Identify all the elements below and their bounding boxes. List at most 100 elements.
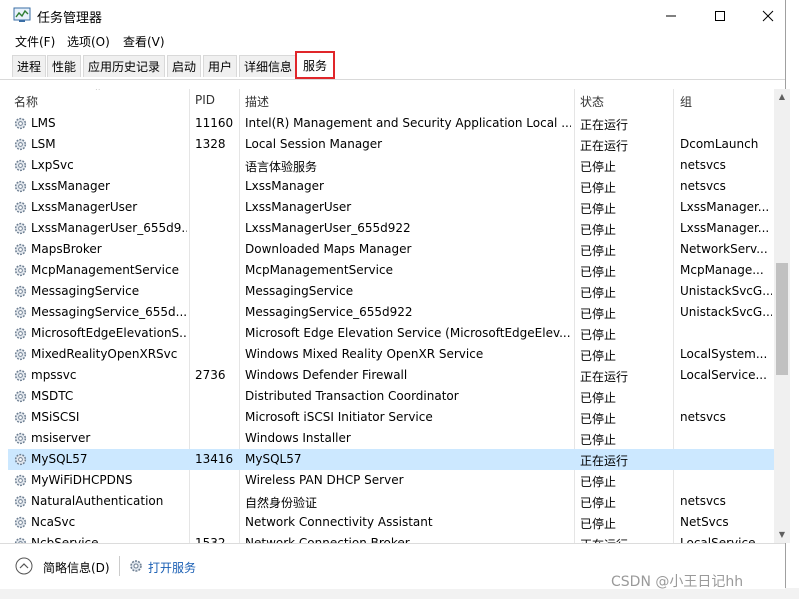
tab-users[interactable]: 用户 — [203, 55, 238, 77]
service-status: 已停止 — [580, 244, 617, 258]
service-group: NetSvcs — [680, 515, 729, 529]
service-gear-icon — [13, 326, 28, 341]
service-gear-icon — [13, 158, 28, 173]
table-row[interactable]: NaturalAuthentication 自然身份验证 已停止 netsvcs — [8, 491, 774, 512]
service-group: netsvcs — [680, 494, 726, 508]
table-row[interactable]: MicrosoftEdgeElevationS... Microsoft Edge… — [8, 323, 774, 344]
service-gear-icon — [13, 389, 28, 404]
service-status: 已停止 — [580, 286, 617, 300]
watermark: CSDN @小王日记hh — [611, 574, 744, 590]
table-row[interactable]: NcaSvc Network Connectivity Assistant 已停止 N… — [8, 512, 774, 533]
service-name: LxssManager — [31, 179, 110, 193]
service-name: LxssManagerUser_655d9... — [31, 221, 187, 235]
maximize-button[interactable] — [697, 0, 743, 31]
menu-view[interactable]: 查看(V) — [123, 33, 165, 50]
service-status: 已停止 — [580, 412, 617, 426]
column-header-name[interactable]: 名称 — [14, 93, 38, 110]
service-group: netsvcs — [680, 410, 726, 424]
service-description: LxssManagerUser_655d922 — [245, 221, 411, 235]
service-description: Intel(R) Management and Security Applica… — [245, 116, 571, 130]
service-name: MySQL57 — [31, 452, 88, 466]
table-row[interactable]: MySQL57 13416 MySQL57 正在运行 — [8, 449, 774, 470]
service-group: UnistackSvcG... — [680, 284, 772, 298]
service-gear-icon — [13, 263, 28, 278]
service-status: 已停止 — [580, 475, 617, 489]
service-description: Network Connection Broker — [245, 536, 410, 543]
service-group: UnistackSvcG... — [680, 305, 772, 319]
service-pid: 2736 — [195, 368, 226, 382]
service-gear-icon — [13, 137, 28, 152]
table-row[interactable]: LSM 1328 Local Session Manager 正在运行 DcomLaun… — [8, 134, 774, 155]
scroll-down-arrow-icon[interactable]: ▼ — [774, 527, 790, 543]
service-gear-icon — [13, 452, 28, 467]
service-description: Wireless PAN DHCP Server — [245, 473, 404, 487]
title-bar[interactable]: 任务管理器 — [0, 0, 785, 31]
service-group: LocalService... — [680, 536, 767, 543]
service-status: 已停止 — [580, 223, 617, 237]
service-gear-icon — [13, 515, 28, 530]
service-description: Downloaded Maps Manager — [245, 242, 412, 256]
service-gear-icon — [13, 431, 28, 446]
service-gear-icon — [13, 242, 28, 257]
column-header-group[interactable]: 组 — [680, 93, 692, 110]
service-group: LxssManager... — [680, 200, 770, 214]
scroll-up-arrow-icon[interactable]: ▲ — [774, 89, 790, 105]
service-status: 已停止 — [580, 307, 617, 321]
service-gear-icon — [13, 536, 28, 543]
menu-file[interactable]: 文件(F) — [15, 33, 55, 50]
table-row[interactable]: LxpSvc 语言体验服务 已停止 netsvcs — [8, 155, 774, 176]
service-name: MessagingService_655d... — [31, 305, 187, 319]
column-header-description[interactable]: 描述 — [245, 93, 269, 110]
service-description: LxssManagerUser — [245, 200, 352, 214]
table-row[interactable]: LxssManagerUser_655d9... LxssManagerUser_… — [8, 218, 774, 239]
service-name: MSiSCSI — [31, 410, 80, 424]
tab-performance[interactable]: 性能 — [47, 55, 82, 77]
service-description: Windows Defender Firewall — [245, 368, 408, 382]
service-status: 正在运行 — [580, 370, 629, 384]
service-gear-icon — [13, 116, 28, 131]
service-description: Network Connectivity Assistant — [245, 515, 433, 529]
table-row[interactable]: LxssManagerUser LxssManagerUser 已停止 LxssMan… — [8, 197, 774, 218]
service-gear-icon — [13, 473, 28, 488]
tab-services[interactable]: 服务 — [295, 51, 336, 79]
menu-options[interactable]: 选项(O) — [67, 33, 110, 50]
table-row[interactable]: MyWiFiDHCPDNS Wireless PAN DHCP Server 已停止 — [8, 470, 774, 491]
table-row[interactable]: MSiSCSI Microsoft iSCSI Initiator Service… — [8, 407, 774, 428]
table-row[interactable]: MSDTC Distributed Transaction Coordinator… — [8, 386, 774, 407]
tab-app-history[interactable]: 应用历史记录 — [83, 55, 166, 77]
table-row[interactable]: LMS 11160 Intel(R) Management and Security… — [8, 113, 774, 134]
service-gear-icon — [13, 410, 28, 425]
service-description: Windows Mixed Reality OpenXR Service — [245, 347, 484, 361]
collapse-up-icon[interactable] — [15, 557, 33, 575]
minimize-button[interactable] — [648, 0, 694, 31]
tab-details[interactable]: 详细信息 — [239, 55, 298, 77]
service-name: MapsBroker — [31, 242, 102, 256]
tab-startup[interactable]: 启动 — [167, 55, 202, 77]
open-services-link[interactable]: 打开服务 — [148, 559, 196, 576]
tab-processes[interactable]: 进程 — [12, 55, 47, 77]
table-row[interactable]: MessagingService MessagingService 已停止 Unist… — [8, 281, 774, 302]
table-row[interactable]: MixedRealityOpenXRSvc Windows Mixed Reali… — [8, 344, 774, 365]
column-header-pid[interactable]: PID — [195, 93, 215, 107]
table-row[interactable]: mpssvc 2736 Windows Defender Firewall 正在运行 L… — [8, 365, 774, 386]
table-row[interactable]: msiserver Windows Installer 已停止 — [8, 428, 774, 449]
table-row[interactable]: NcbService 1532 Network Connection Broker 正… — [8, 533, 774, 543]
service-status: 正在运行 — [580, 118, 629, 132]
service-name: LxssManagerUser — [31, 200, 138, 214]
close-button[interactable] — [745, 0, 791, 31]
service-description: Microsoft iSCSI Initiator Service — [245, 410, 433, 424]
table-row[interactable]: LxssManager LxssManager 已停止 netsvcs — [8, 176, 774, 197]
table-row[interactable]: McpManagementService McpManagementService… — [8, 260, 774, 281]
table-row[interactable]: MapsBroker Downloaded Maps Manager 已停止 Netw… — [8, 239, 774, 260]
table-header: 名称 ⌃ PID 描述 状态 组 — [8, 89, 774, 113]
service-description: Local Session Manager — [245, 137, 383, 151]
scrollbar-thumb[interactable] — [776, 263, 788, 375]
service-status: 已停止 — [580, 391, 617, 405]
vertical-scrollbar[interactable]: ▲ ▼ — [774, 89, 790, 543]
service-status: 已停止 — [580, 160, 617, 174]
fewer-details-link[interactable]: 简略信息(D) — [43, 559, 110, 576]
column-header-status[interactable]: 状态 — [580, 93, 604, 110]
table-row[interactable]: MessagingService_655d... MessagingService… — [8, 302, 774, 323]
service-status: 正在运行 — [580, 454, 629, 468]
service-gear-icon — [13, 200, 28, 215]
